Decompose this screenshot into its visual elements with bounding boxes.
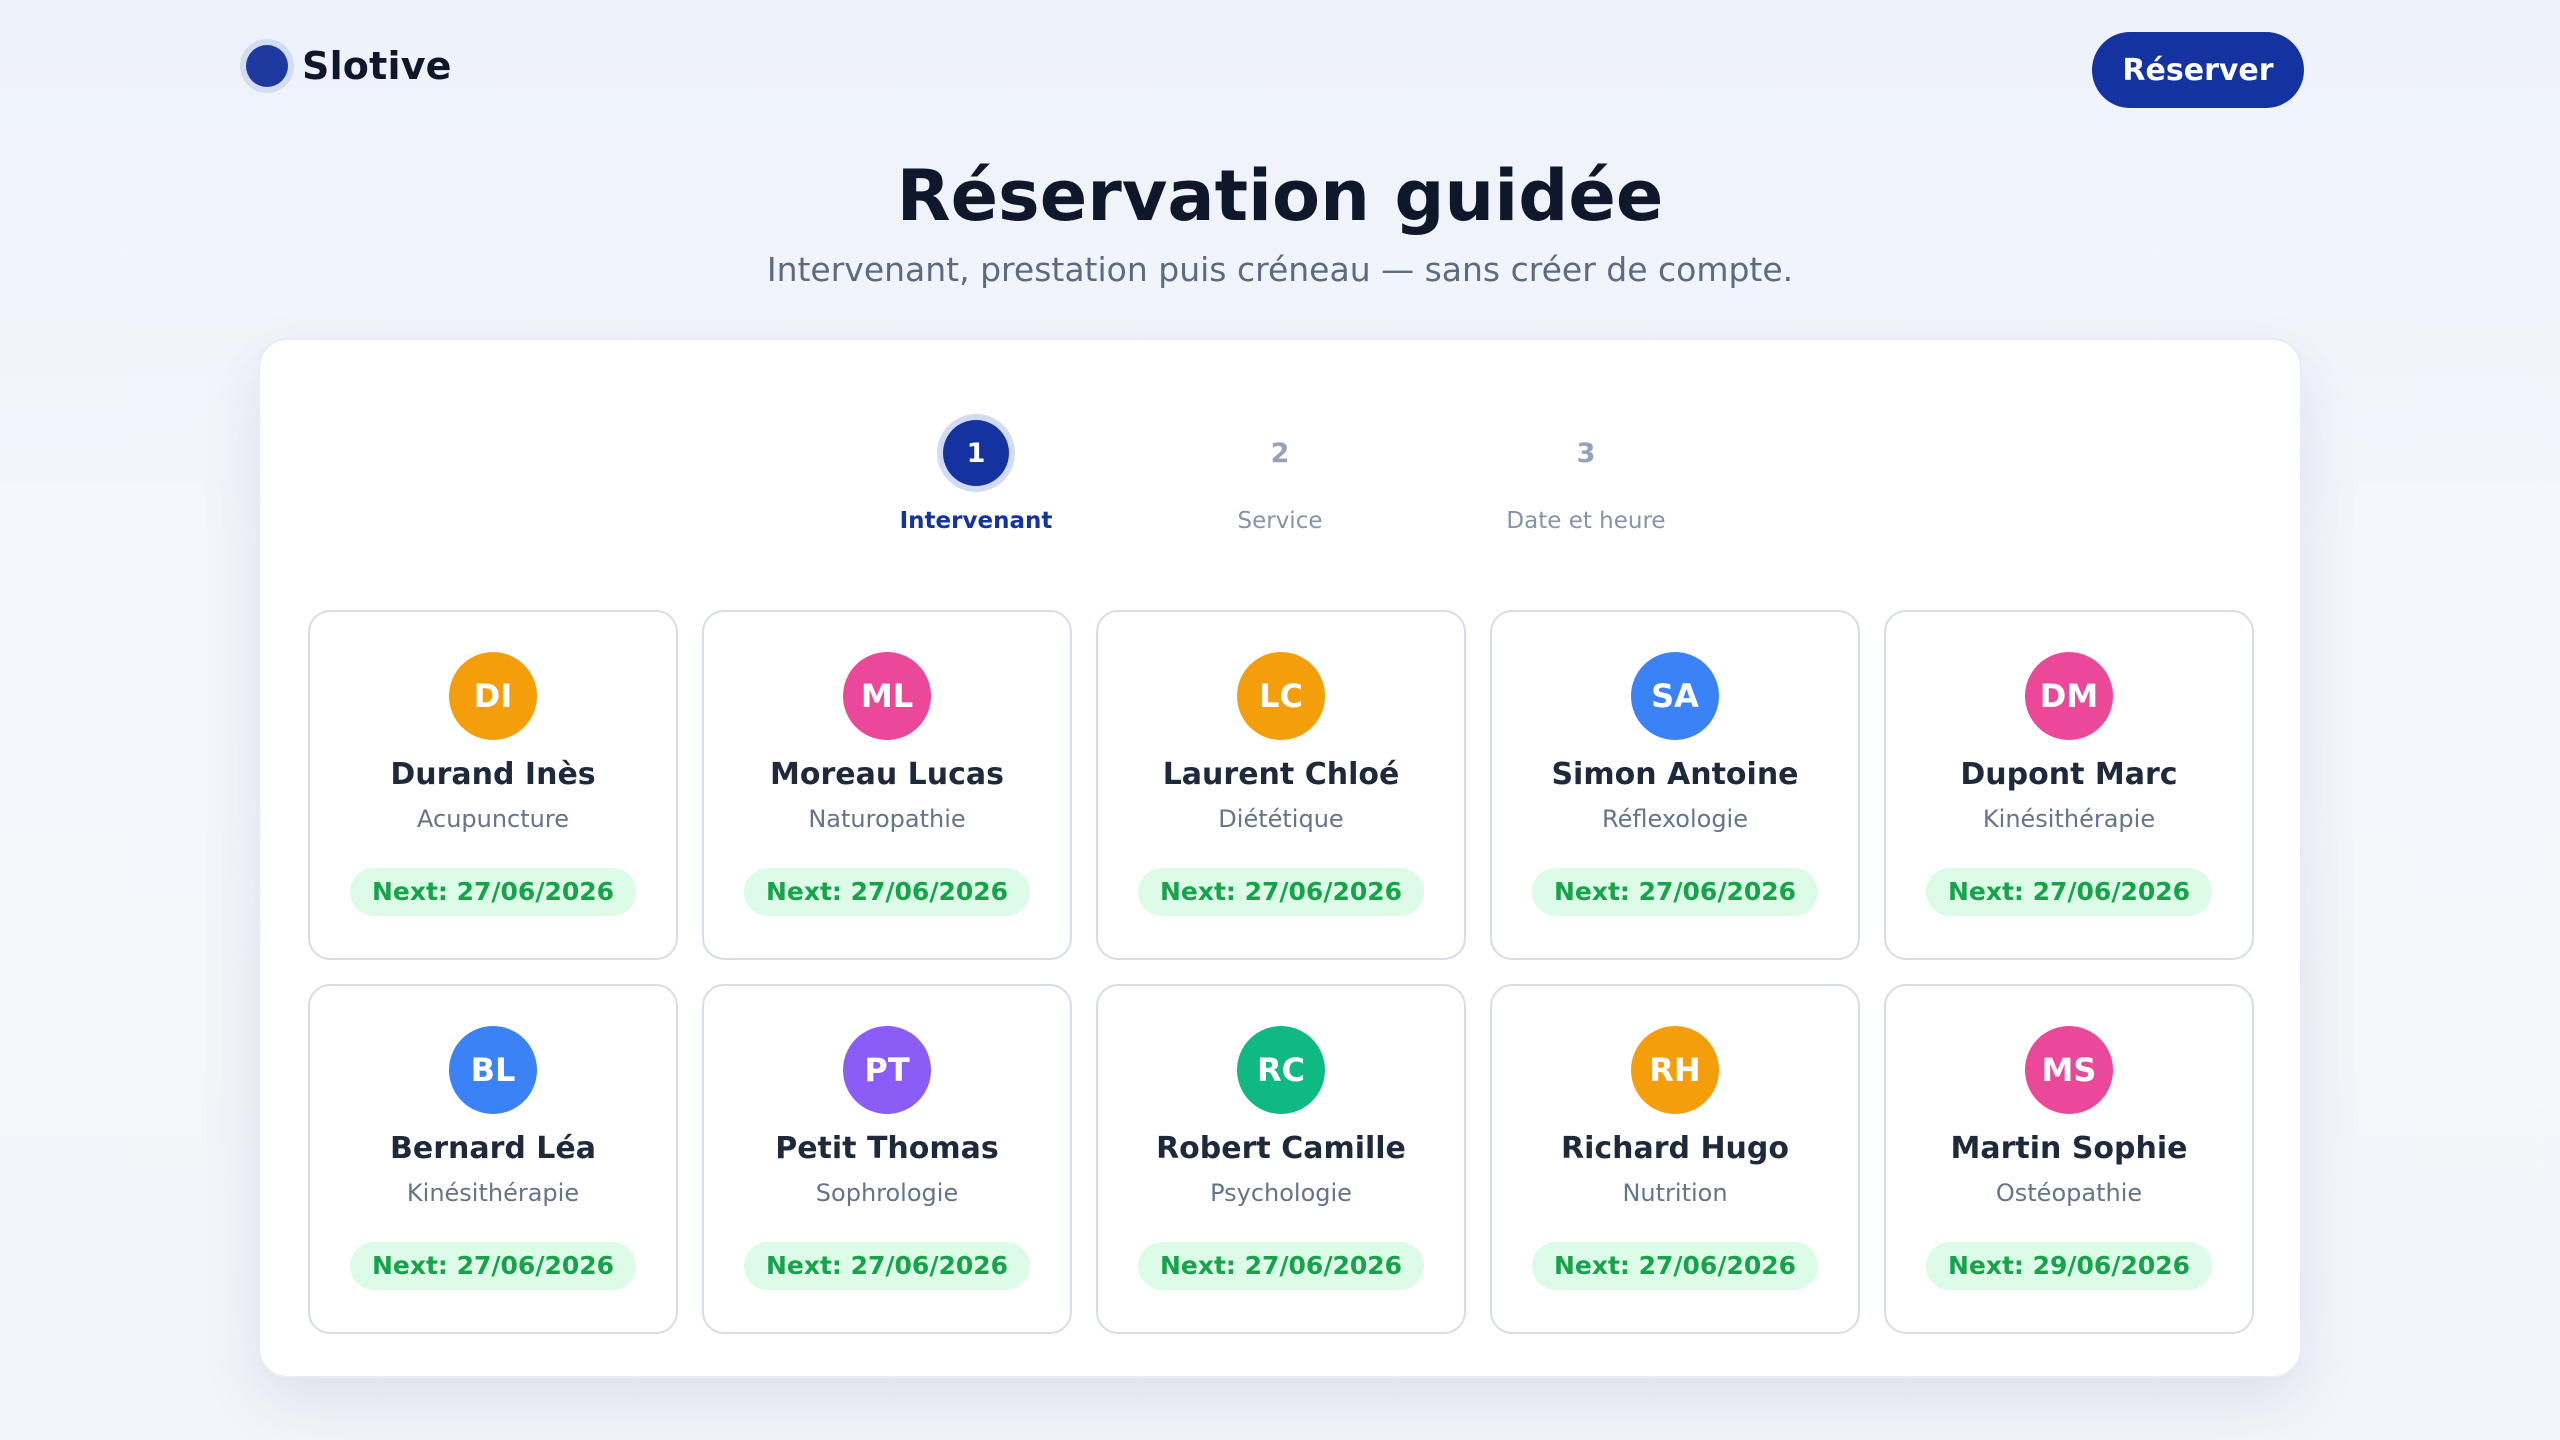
- next-availability-badge: Next: 29/06/2026: [1925, 1242, 2213, 1290]
- practitioner-specialty: Réflexologie: [1602, 805, 1748, 833]
- stepper: 1 Intervenant 2 Service 3 Date et heure: [260, 420, 2300, 540]
- next-availability-badge: Next: 27/06/2026: [743, 868, 1031, 916]
- brand-name: Slotive: [302, 44, 452, 88]
- practitioner-name: Moreau Lucas: [769, 757, 1004, 792]
- avatar: DM: [2025, 652, 2113, 740]
- practitioner-specialty: Kinésithérapie: [406, 1179, 580, 1207]
- avatar: MS: [2025, 1026, 2113, 1114]
- practitioner-specialty: Nutrition: [1622, 1179, 1728, 1207]
- next-availability-badge: Next: 27/06/2026: [1137, 1242, 1425, 1290]
- practitioner-name: Robert Camille: [1156, 1131, 1406, 1166]
- next-availability-badge: Next: 27/06/2026: [349, 1242, 637, 1290]
- practitioner-name: Bernard Léa: [389, 1131, 597, 1166]
- reserve-button[interactable]: Réserver: [2092, 32, 2304, 108]
- practitioner-card[interactable]: DM Dupont Marc Kinésithérapie Next: 27/0…: [1884, 610, 2254, 960]
- practitioner-card[interactable]: PT Petit Thomas Sophrologie Next: 27/06/…: [702, 984, 1072, 1334]
- practitioner-name: Simon Antoine: [1551, 757, 1799, 792]
- practitioner-grid: DI Durand Inès Acupuncture Next: 27/06/2…: [308, 610, 2254, 1334]
- step-label: Service: [1237, 508, 1323, 534]
- practitioner-specialty: Acupuncture: [417, 805, 569, 833]
- next-availability-badge: Next: 27/06/2026: [743, 1242, 1031, 1290]
- avatar: RH: [1631, 1026, 1719, 1114]
- practitioner-specialty: Sophrologie: [815, 1179, 959, 1207]
- practitioner-specialty: Psychologie: [1210, 1179, 1352, 1207]
- step-service[interactable]: 2 Service: [1160, 420, 1400, 535]
- practitioner-name: Richard Hugo: [1560, 1131, 1790, 1166]
- practitioner-name: Dupont Marc: [1960, 757, 2178, 792]
- avatar: BL: [449, 1026, 537, 1114]
- brand-logo[interactable]: Slotive: [246, 44, 452, 88]
- brand-dot-icon: [246, 45, 288, 87]
- step-label: Date et heure: [1506, 508, 1666, 534]
- practitioner-specialty: Naturopathie: [808, 805, 966, 833]
- booking-panel: 1 Intervenant 2 Service 3 Date et heure …: [258, 338, 2302, 1378]
- avatar: SA: [1631, 652, 1719, 740]
- next-availability-badge: Next: 27/06/2026: [1531, 868, 1819, 916]
- next-availability-badge: Next: 27/06/2026: [1925, 868, 2213, 916]
- practitioner-card[interactable]: ML Moreau Lucas Naturopathie Next: 27/06…: [702, 610, 1072, 960]
- avatar: ML: [843, 652, 931, 740]
- practitioner-name: Laurent Chloé: [1162, 757, 1400, 792]
- avatar: LC: [1237, 652, 1325, 740]
- practitioner-specialty: Diététique: [1218, 805, 1344, 833]
- practitioner-name: Durand Inès: [390, 757, 596, 792]
- next-availability-badge: Next: 27/06/2026: [1531, 1242, 1819, 1290]
- practitioner-card[interactable]: BL Bernard Léa Kinésithérapie Next: 27/0…: [308, 984, 678, 1334]
- page-subtitle: Intervenant, prestation puis créneau — s…: [766, 250, 1794, 289]
- top-bar: Slotive Réserver: [0, 0, 2560, 140]
- step-date-time[interactable]: 3 Date et heure: [1466, 420, 1706, 535]
- step-label: Intervenant: [899, 508, 1053, 534]
- practitioner-name: Martin Sophie: [1950, 1131, 2188, 1166]
- practitioner-card[interactable]: SA Simon Antoine Réflexologie Next: 27/0…: [1490, 610, 1860, 960]
- avatar: PT: [843, 1026, 931, 1114]
- practitioner-card[interactable]: DI Durand Inès Acupuncture Next: 27/06/2…: [308, 610, 678, 960]
- practitioner-card[interactable]: RC Robert Camille Psychologie Next: 27/0…: [1096, 984, 1466, 1334]
- step-practitioner[interactable]: 1 Intervenant: [856, 420, 1096, 534]
- page-title: Réservation guidée: [896, 155, 1664, 237]
- avatar: RC: [1237, 1026, 1325, 1114]
- step-number: 3: [1576, 437, 1596, 469]
- hero: Réservation guidée Intervenant, prestati…: [0, 150, 2560, 292]
- practitioner-specialty: Kinésithérapie: [1982, 805, 2156, 833]
- practitioner-card[interactable]: LC Laurent Chloé Diététique Next: 27/06/…: [1096, 610, 1466, 960]
- next-availability-badge: Next: 27/06/2026: [349, 868, 637, 916]
- practitioner-card[interactable]: RH Richard Hugo Nutrition Next: 27/06/20…: [1490, 984, 1860, 1334]
- avatar: DI: [449, 652, 537, 740]
- practitioner-name: Petit Thomas: [775, 1131, 999, 1166]
- practitioner-specialty: Ostéopathie: [1995, 1179, 2143, 1207]
- practitioner-card[interactable]: MS Martin Sophie Ostéopathie Next: 29/06…: [1884, 984, 2254, 1334]
- step-number: 2: [1270, 437, 1290, 469]
- next-availability-badge: Next: 27/06/2026: [1137, 868, 1425, 916]
- step-number: 1: [943, 420, 1009, 486]
